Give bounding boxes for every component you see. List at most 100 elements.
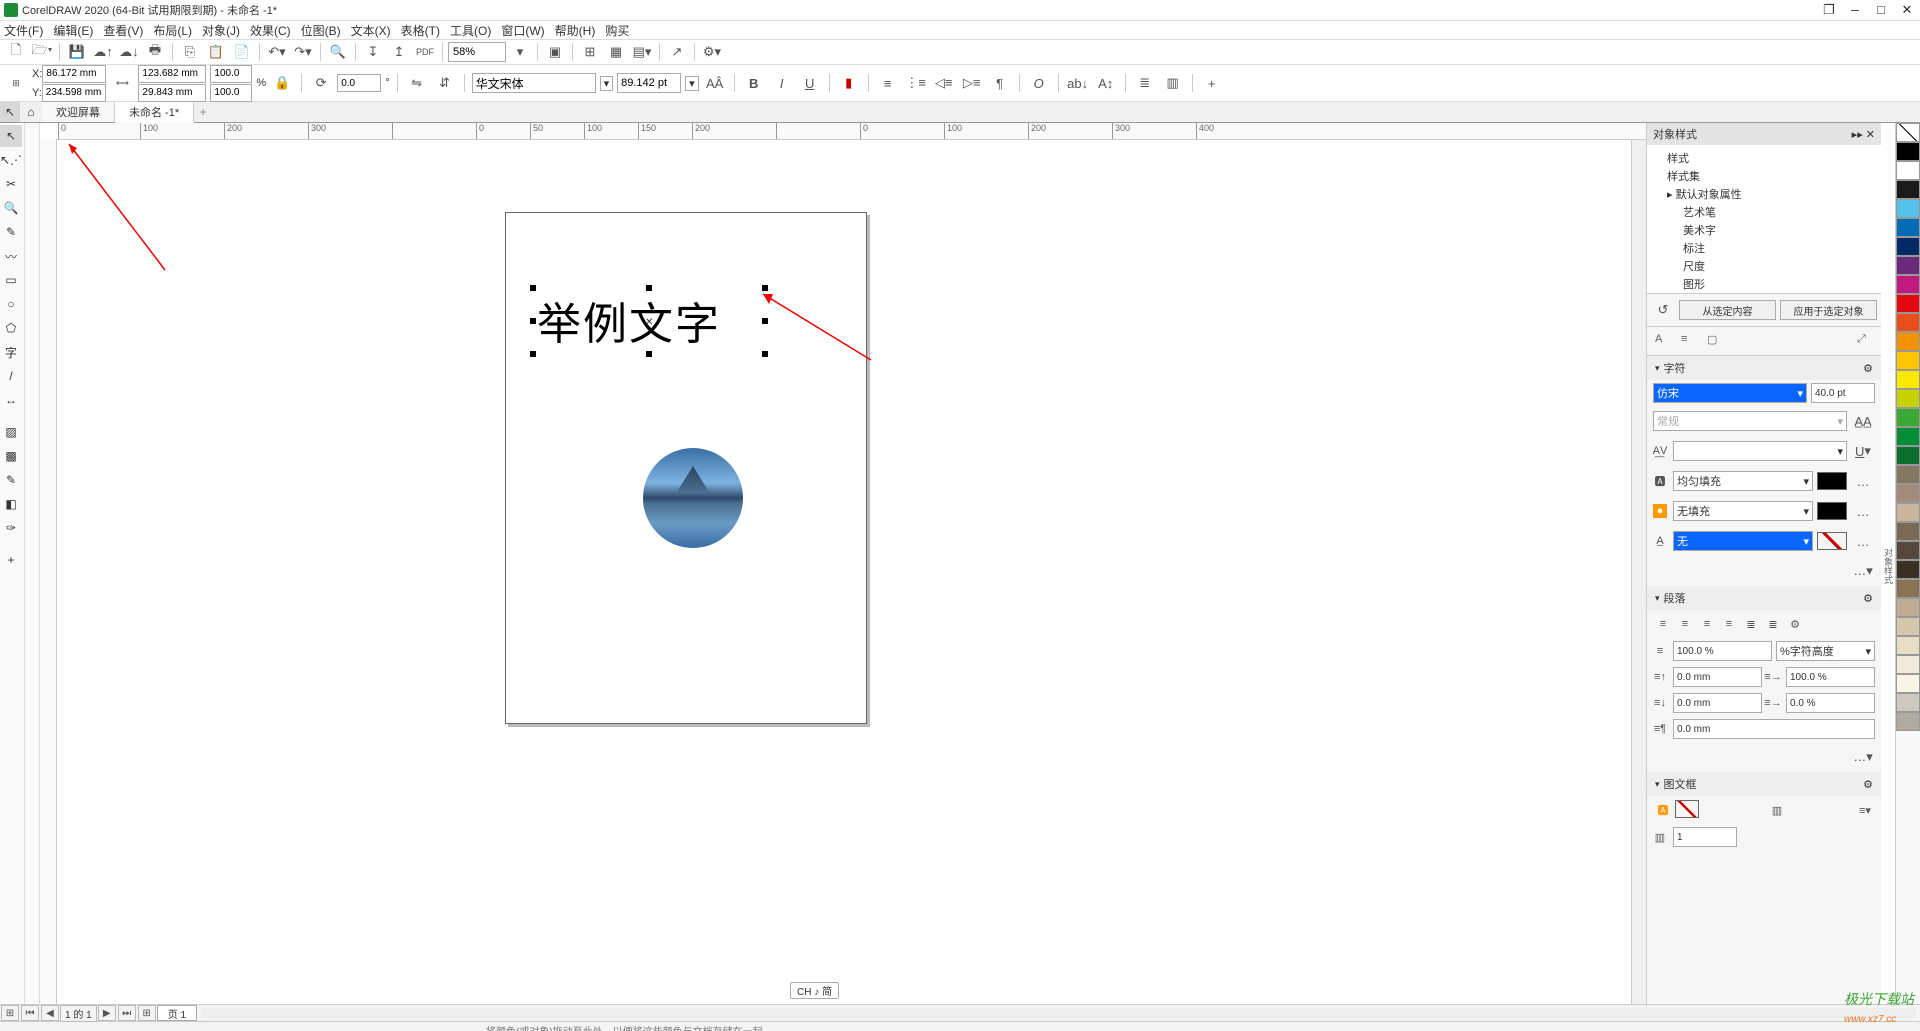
dropcap-icon[interactable]: ¶ [988, 71, 1012, 95]
tab-frame-icon[interactable]: ▢ [1707, 333, 1723, 349]
zoom-tool-icon[interactable]: 🔍 [0, 197, 22, 219]
char-section-header[interactable]: ▾字符⚙ [1647, 356, 1881, 380]
sy-input[interactable] [210, 84, 252, 102]
page-prev-icon[interactable]: ◀ [41, 1005, 59, 1021]
columns-icon[interactable]: ▥ [1161, 71, 1185, 95]
swatch-1[interactable] [1896, 161, 1920, 180]
swatch-24[interactable] [1896, 598, 1920, 617]
swatch-22[interactable] [1896, 560, 1920, 579]
eyedropper-tool-icon[interactable]: ✎ [0, 469, 22, 491]
textorient-icon[interactable]: A↕ [1094, 71, 1118, 95]
tree-callout[interactable]: 标注 [1649, 239, 1879, 257]
swatch-0[interactable] [1896, 142, 1920, 161]
close-icon[interactable]: ✕ [1898, 1, 1916, 19]
swatch-30[interactable] [1896, 712, 1920, 731]
outline-tool-icon[interactable]: ✑ [0, 517, 22, 539]
align-justify-icon[interactable]: ≣ [1741, 614, 1761, 634]
tree-defaults[interactable]: ▸ 默认对象属性 [1649, 185, 1879, 203]
right-input[interactable]: 100.0 % [1786, 667, 1875, 687]
swatch-7[interactable] [1896, 275, 1920, 294]
swatch-18[interactable] [1896, 484, 1920, 503]
pick-tool-icon[interactable]: ↖ [0, 125, 22, 147]
style-tree[interactable]: 样式 样式集 ▸ 默认对象属性 艺术笔 美术字 标注 尺度 图形 段落文本 QR… [1647, 145, 1881, 294]
char-style-combo[interactable]: 常规▾ [1653, 411, 1847, 431]
paste-icon[interactable]: 📋 [204, 40, 228, 64]
shape-tool-icon[interactable]: ↖⋰ [0, 149, 22, 171]
tree-graphic[interactable]: 图形 [1649, 275, 1879, 293]
menu-effect[interactable]: 效果(C) [250, 22, 291, 39]
tab-welcome[interactable]: 欢迎屏幕 [42, 102, 115, 122]
cloud-down-icon[interactable]: ☁↓ [117, 40, 141, 64]
tab-expand-icon[interactable]: ⤢ [1857, 333, 1873, 349]
import-icon[interactable]: ↧ [361, 40, 385, 64]
clipboard-icon[interactable]: 📄 [230, 40, 254, 64]
transparency-tool-icon[interactable]: ▩ [0, 445, 22, 467]
fill-swatch[interactable] [1817, 472, 1847, 490]
underline-icon[interactable]: U [798, 71, 822, 95]
swatch-10[interactable] [1896, 332, 1920, 351]
list-num-icon[interactable]: ≡ [876, 71, 900, 95]
page-add-right-icon[interactable]: ⊞ [138, 1005, 156, 1021]
swatch-9[interactable] [1896, 313, 1920, 332]
swatch-14[interactable] [1896, 408, 1920, 427]
open-icon[interactable]: 🗁▾ [30, 40, 54, 64]
para-section-header[interactable]: ▾段落⚙ [1647, 586, 1881, 610]
char-pt-input[interactable]: 40.0 pt [1811, 383, 1875, 403]
artisticmedia-icon[interactable]: 〰 [0, 245, 22, 267]
save-icon[interactable]: 💾 [65, 40, 89, 64]
pick-tool-tab[interactable]: ↖ [0, 102, 20, 122]
swatch-6[interactable] [1896, 256, 1920, 275]
textdir-icon[interactable]: ab↓ [1066, 71, 1090, 95]
font-select[interactable] [472, 73, 596, 93]
vertical-ruler[interactable] [40, 140, 57, 1004]
restore-small-icon[interactable]: ❐ [1820, 1, 1838, 19]
align-opts-icon[interactable]: ⚙ [1785, 614, 1805, 634]
undo-icon[interactable]: ↶▾ [265, 40, 289, 64]
vscrollbar[interactable] [1631, 140, 1646, 1004]
export-icon[interactable]: ↥ [387, 40, 411, 64]
italic-icon[interactable]: I [770, 71, 794, 95]
docker-close-icon[interactable]: ✕ [1866, 129, 1875, 141]
swatch-13[interactable] [1896, 389, 1920, 408]
after-input[interactable]: 0.0 mm [1673, 693, 1762, 713]
docker-rail[interactable]: 对象样式 [1881, 123, 1895, 1004]
home-icon[interactable]: ⌂ [20, 102, 42, 122]
rightmm-input[interactable]: 0.0 % [1786, 693, 1875, 713]
reset-style-icon[interactable]: ↺ [1651, 298, 1675, 322]
menu-help[interactable]: 帮助(H) [555, 22, 596, 39]
zoom-dropdown-icon[interactable]: ▾ [508, 40, 532, 64]
cloud-up-icon[interactable]: ☁↑ [91, 40, 115, 64]
linesp-input[interactable]: 100.0 % [1673, 641, 1772, 661]
page-next-icon[interactable]: ▶ [98, 1005, 116, 1021]
bgfill-swatch[interactable] [1817, 502, 1847, 520]
canvas[interactable]: 举例文字 ✕ [57, 140, 1631, 1004]
indent-inc-icon[interactable]: ▷≡ [960, 71, 984, 95]
opentype-icon[interactable]: O [1027, 71, 1051, 95]
ellipse-tool-icon[interactable]: ○ [0, 293, 22, 315]
polygon-tool-icon[interactable]: ⬠ [0, 317, 22, 339]
h-input[interactable] [138, 84, 206, 102]
swatch-16[interactable] [1896, 446, 1920, 465]
align-force-icon[interactable]: ≣ [1763, 614, 1783, 634]
menu-file[interactable]: 文件(F) [4, 22, 43, 39]
swatch-11[interactable] [1896, 351, 1920, 370]
grid-icon[interactable]: ▦ [604, 40, 628, 64]
maximize-icon[interactable]: □ [1872, 1, 1890, 19]
swatch-15[interactable] [1896, 427, 1920, 446]
tab-doc1[interactable]: 未命名 -1* [115, 102, 194, 123]
freehand-tool-icon[interactable]: ✎ [0, 221, 22, 243]
from-selection-button[interactable]: 从选定内容 [1679, 300, 1776, 320]
rulers-icon[interactable]: ⊞ [578, 40, 602, 64]
swatch-25[interactable] [1896, 617, 1920, 636]
char-font-combo[interactable]: 仿宋▾ [1653, 383, 1807, 403]
first-input[interactable]: 0.0 mm [1673, 719, 1875, 739]
apply-selection-button[interactable]: 应用于选定对象 [1780, 300, 1877, 320]
tree-dimension[interactable]: 尺度 [1649, 257, 1879, 275]
frame-col-icon[interactable]: ▥ [1767, 800, 1787, 820]
para-expand-icon[interactable]: …▾ [1851, 745, 1875, 769]
swatch-27[interactable] [1896, 655, 1920, 674]
swatch-19[interactable] [1896, 503, 1920, 522]
tab-char-icon[interactable]: A [1655, 333, 1671, 349]
indent-dec-icon[interactable]: ◁≡ [932, 71, 956, 95]
new-tab-icon[interactable]: + [194, 103, 212, 121]
